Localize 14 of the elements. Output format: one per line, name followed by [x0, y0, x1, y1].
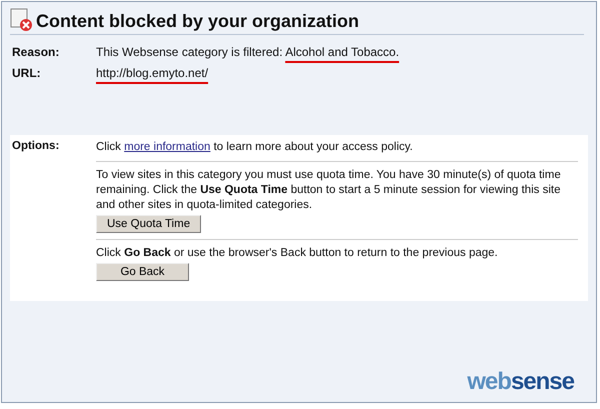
options-label: Options: [12, 140, 60, 154]
websense-logo: websense [467, 368, 574, 396]
use-quota-time-button[interactable]: Use Quota Time [96, 215, 202, 233]
field-label: Reason: [12, 45, 60, 61]
blocked-page-icon [10, 8, 34, 32]
go-back-text: Click Go Back or use the browser's Back button to return to the previous page. [96, 246, 499, 261]
info-text: Click more information to learn more about your access policy. [96, 140, 578, 162]
field-label: URL: [12, 66, 42, 82]
page-title: Content blocked by your organization [36, 11, 360, 32]
field-value: http://blog.emyto.net/ [96, 66, 208, 82]
field-value: This Websense category is filtered: Alcohol and Tobacco. [96, 45, 400, 61]
more-information-link[interactable]: more information [124, 141, 210, 153]
quota-text: To view sites in this category you must use quota time. You have 30 minute(s) of quota time remaining. Click the Use Quota Time button to start a 5 minute session for viewing this site and other sites in quota-limited categories. [96, 168, 562, 213]
go-back-button[interactable]: Go Back [96, 263, 189, 281]
